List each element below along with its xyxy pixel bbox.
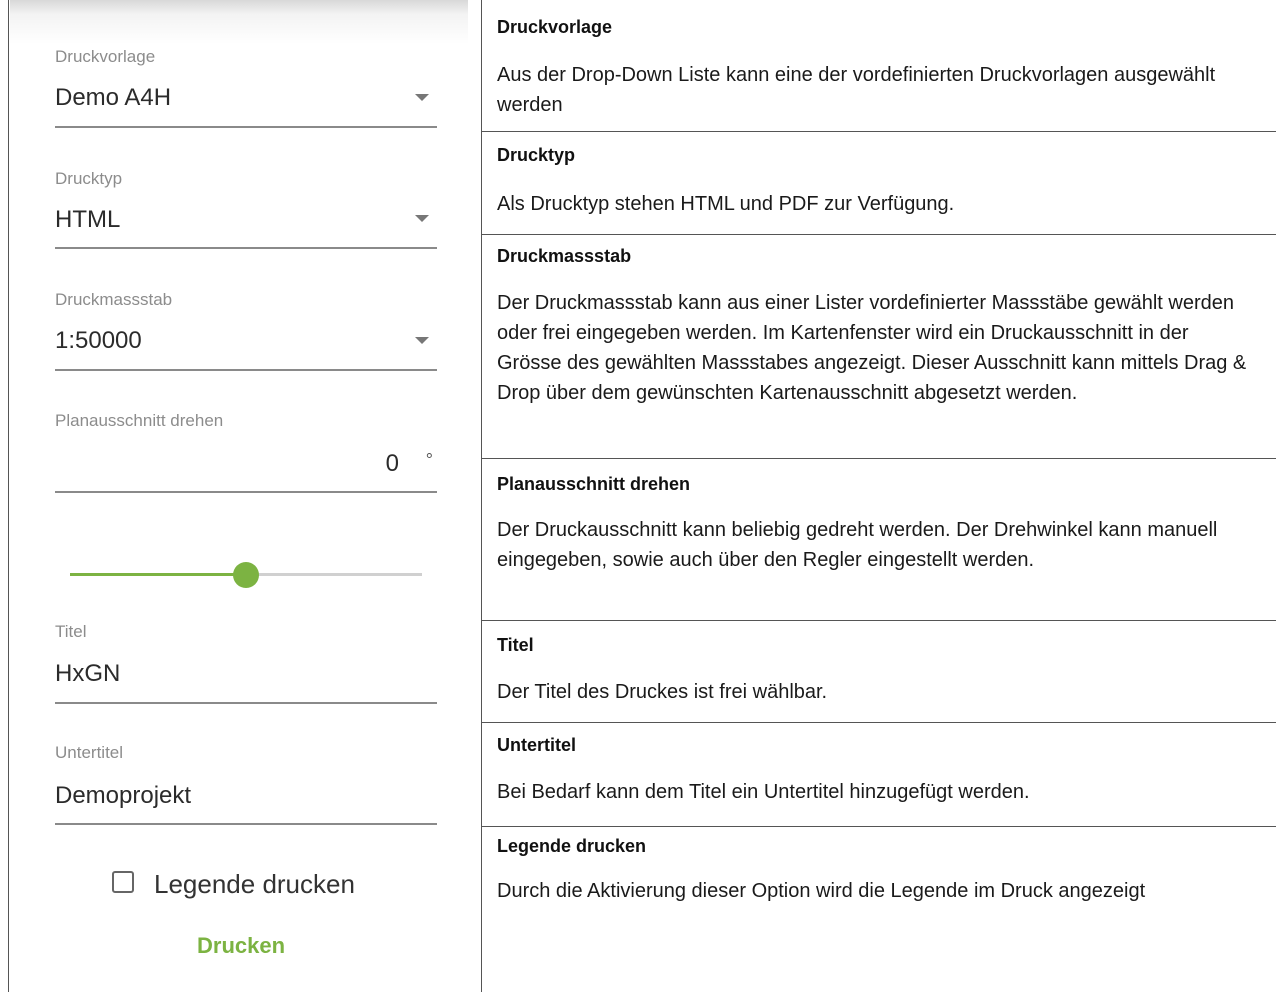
subtitle-underline xyxy=(55,823,437,825)
help-divider xyxy=(482,620,1276,621)
help-text: Der Druckmassstab kann aus einer Lister … xyxy=(497,292,1247,404)
help-heading: Untertitel xyxy=(497,735,577,755)
scale-underline xyxy=(55,369,437,371)
help-divider xyxy=(482,234,1276,235)
panel-header-shadow xyxy=(10,0,468,44)
help-text: Der Druckausschnitt kann beliebig gedreh… xyxy=(497,519,1218,571)
help-text: Aus der Drop-Down Liste kann eine der vo… xyxy=(497,64,1216,116)
help-text: Der Titel des Druckes ist frei wählbar. xyxy=(497,681,828,703)
legend-checkbox[interactable] xyxy=(112,871,134,893)
print-button[interactable]: Drucken xyxy=(197,933,285,959)
help-heading: Planausschnitt drehen xyxy=(497,474,691,494)
rotation-slider-fill xyxy=(70,573,246,576)
print-type-underline xyxy=(55,247,437,249)
help-heading: Drucktyp xyxy=(497,145,576,165)
print-type-label: Drucktyp xyxy=(55,169,123,188)
help-text: Durch die Aktivierung dieser Option wird… xyxy=(497,880,1146,902)
scale-value[interactable]: 1:50000 xyxy=(55,327,142,355)
print-type-value[interactable]: HTML xyxy=(55,206,120,234)
chevron-down-icon[interactable] xyxy=(415,94,429,101)
subtitle-input[interactable]: Demoprojekt xyxy=(55,782,191,810)
title-underline xyxy=(55,702,437,704)
help-divider xyxy=(482,722,1276,723)
column-divider xyxy=(481,0,482,992)
help-divider xyxy=(482,826,1276,827)
scale-label: Druckmassstab xyxy=(55,290,173,309)
help-text: Bei Bedarf kann dem Titel ein Untertitel… xyxy=(497,781,1030,803)
help-text: Als Drucktyp stehen HTML und PDF zur Ver… xyxy=(497,193,955,215)
subtitle-label: Untertitel xyxy=(55,743,124,762)
chevron-down-icon[interactable] xyxy=(415,215,429,222)
rotation-slider-thumb[interactable] xyxy=(233,562,259,588)
rotation-underline xyxy=(55,491,437,493)
template-label: Druckvorlage xyxy=(55,47,156,66)
help-divider xyxy=(482,458,1276,459)
help-heading: Druckvorlage xyxy=(497,17,613,37)
help-heading: Titel xyxy=(497,635,534,655)
chevron-down-icon[interactable] xyxy=(415,337,429,344)
template-underline xyxy=(55,126,437,128)
rotation-label: Planausschnitt drehen xyxy=(55,411,224,430)
legend-checkbox-label[interactable]: Legende drucken xyxy=(154,869,355,900)
template-value[interactable]: Demo A4H xyxy=(55,84,171,112)
help-heading: Druckmassstab xyxy=(497,246,632,266)
rotation-input[interactable]: 0 xyxy=(386,450,399,478)
degree-unit: ° xyxy=(425,450,433,470)
title-input[interactable]: HxGN xyxy=(55,660,120,688)
help-heading: Legende drucken xyxy=(497,836,647,856)
help-divider xyxy=(482,131,1276,132)
title-label: Titel xyxy=(55,622,87,641)
